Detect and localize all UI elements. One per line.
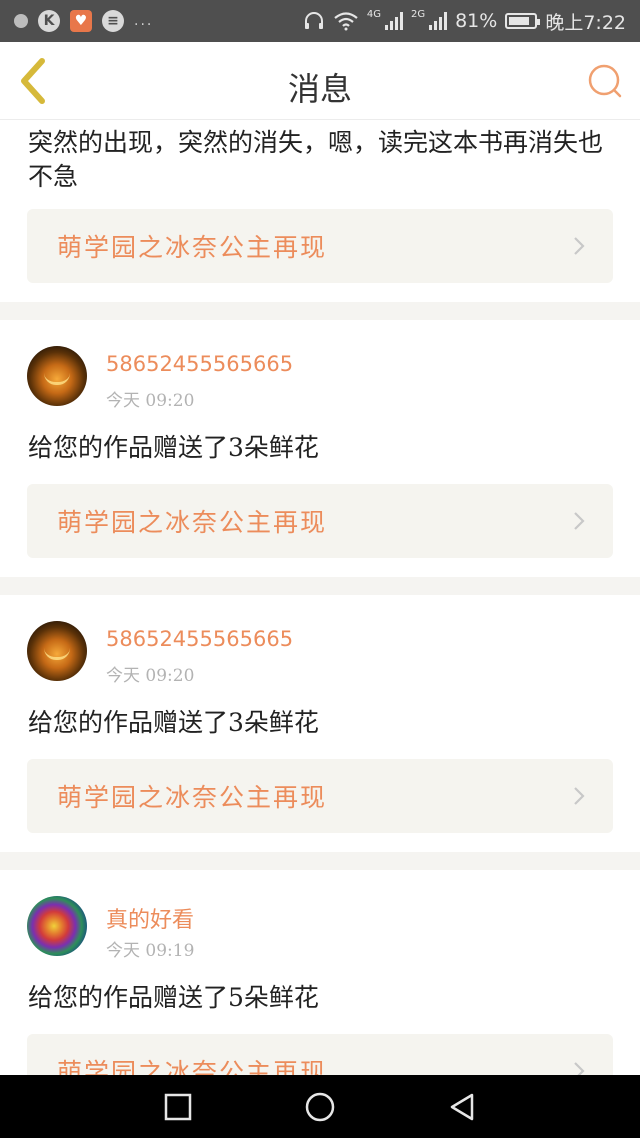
- search-icon: [588, 64, 622, 98]
- chevron-right-icon: [574, 237, 585, 255]
- divider: [0, 577, 640, 595]
- notification-icon: [14, 14, 28, 28]
- search-button[interactable]: [586, 62, 626, 102]
- message-text: 给您的作品赠送了3朵鲜花: [28, 433, 319, 462]
- avatar[interactable]: [27, 896, 87, 956]
- status-left-icons: K ♥ ≡ ...: [14, 9, 153, 33]
- timestamp: 今天 09:20: [106, 666, 195, 686]
- signal-icon: [384, 12, 403, 30]
- chevron-right-icon: [574, 512, 585, 530]
- username[interactable]: 58652455565665: [106, 627, 293, 651]
- divider: [0, 302, 640, 320]
- message-card: 突然的出现，突然的消失，嗯，读完这本书再消失也不急 萌学园之冰奈公主再现: [0, 120, 640, 302]
- avatar[interactable]: [27, 346, 87, 406]
- work-link[interactable]: 萌学园之冰奈公主再现: [27, 209, 613, 283]
- k-app-icon: K: [38, 10, 60, 32]
- work-link[interactable]: 萌学园之冰奈公主再现: [27, 1034, 613, 1075]
- more-notifications-icon: ...: [134, 13, 154, 29]
- status-right-icons: 4G 2G 81% 晚上7:22: [303, 8, 626, 34]
- work-link[interactable]: 萌学园之冰奈公主再现: [27, 484, 613, 558]
- chevron-right-icon: [574, 787, 585, 805]
- app-header: 消息: [0, 42, 640, 120]
- home-icon: [305, 1092, 335, 1122]
- work-title: 萌学园之冰奈公主再现: [57, 1058, 328, 1075]
- message-text: 给您的作品赠送了5朵鲜花: [28, 983, 319, 1012]
- work-title: 萌学园之冰奈公主再现: [57, 508, 328, 537]
- clock: 晚上7:22: [545, 11, 626, 34]
- network-4g-label: 4G: [366, 8, 381, 20]
- work-title: 萌学园之冰奈公主再现: [57, 233, 328, 262]
- status-bar: K ♥ ≡ ... 4G 2G 81% 晚上7:22: [0, 0, 640, 42]
- headset-icon: [304, 12, 323, 29]
- wifi-icon: [334, 12, 358, 31]
- navigation-bar: [0, 1075, 640, 1138]
- back-icon: [450, 1093, 474, 1121]
- battery-icon: [505, 13, 541, 29]
- signal-icon-2: [429, 12, 448, 30]
- message-card: 真的好看 今天 09:19 给您的作品赠送了5朵鲜花 萌学园之冰奈公主再现: [0, 870, 640, 1075]
- news-app-icon: ≡: [102, 10, 124, 32]
- avatar[interactable]: [27, 621, 87, 681]
- timestamp: 今天 09:20: [106, 391, 195, 411]
- heart-app-icon: ♥: [70, 10, 92, 32]
- username[interactable]: 真的好看: [106, 902, 194, 934]
- page-title: 消息: [287, 70, 352, 108]
- username[interactable]: 58652455565665: [106, 352, 293, 376]
- recent-apps-button[interactable]: [162, 1091, 194, 1123]
- chevron-right-icon: [574, 1062, 585, 1075]
- message-card: 58652455565665 今天 09:20 给您的作品赠送了3朵鲜花 萌学园…: [0, 320, 640, 577]
- message-card: 58652455565665 今天 09:20 给您的作品赠送了3朵鲜花 萌学园…: [0, 595, 640, 852]
- timestamp: 今天 09:19: [106, 941, 195, 961]
- recent-apps-icon: [164, 1093, 192, 1121]
- message-list[interactable]: 突然的出现，突然的消失，嗯，读完这本书再消失也不急 萌学园之冰奈公主再现 586…: [0, 120, 640, 1075]
- work-title: 萌学园之冰奈公主再现: [57, 783, 328, 812]
- message-text: 给您的作品赠送了3朵鲜花: [28, 708, 319, 737]
- message-text: 突然的出现，突然的消失，嗯，读完这本书再消失也不急: [28, 128, 604, 191]
- divider: [0, 852, 640, 870]
- work-link[interactable]: 萌学园之冰奈公主再现: [27, 759, 613, 833]
- home-button[interactable]: [304, 1091, 336, 1123]
- network-2g-label: 2G: [410, 8, 426, 20]
- battery-fill: [509, 17, 529, 25]
- back-nav-button[interactable]: [446, 1091, 478, 1123]
- battery-percent: 81%: [455, 10, 498, 32]
